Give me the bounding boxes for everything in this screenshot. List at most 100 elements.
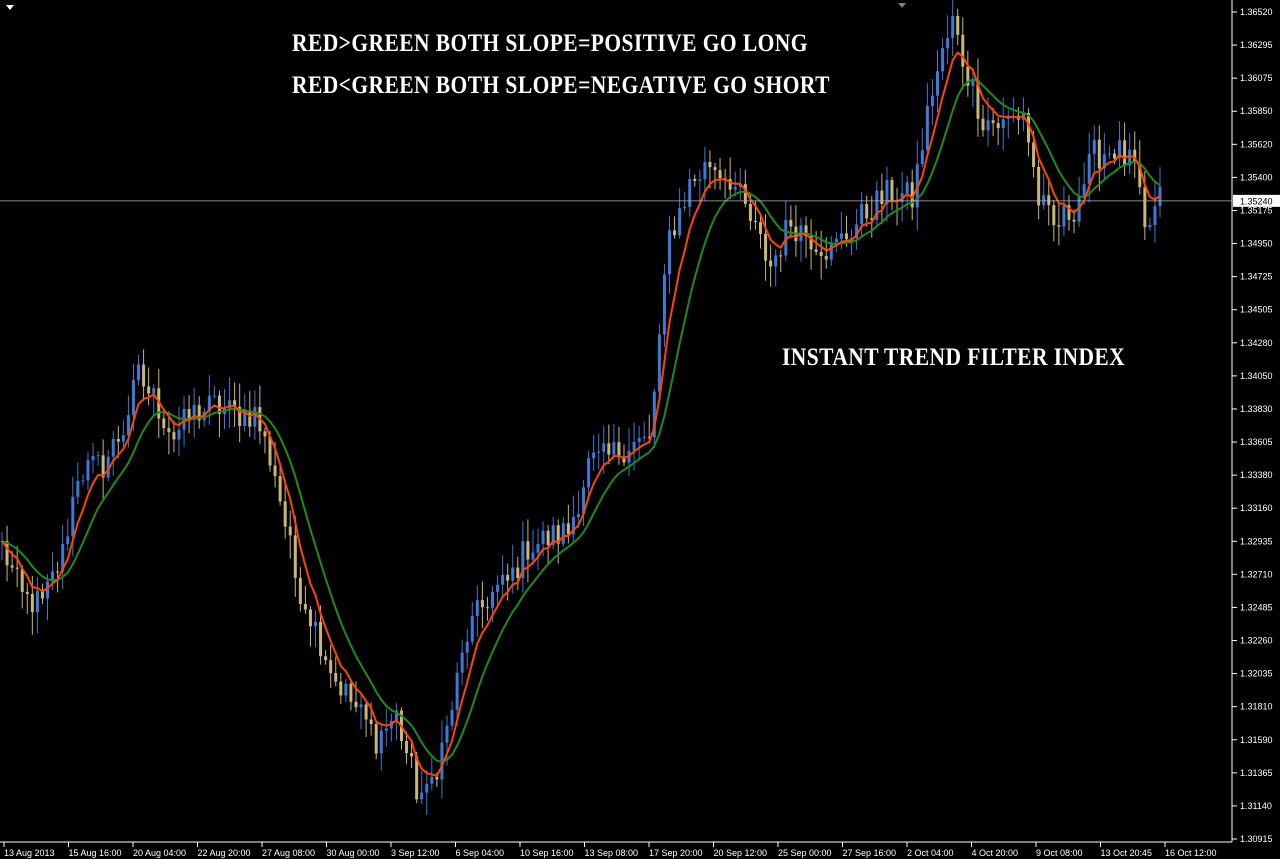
candle-body — [450, 709, 454, 726]
y-tick-label: 1.31365 — [1240, 768, 1273, 778]
y-tick-label: 1.31810 — [1240, 702, 1273, 712]
candle-body — [10, 565, 14, 568]
candle-body — [410, 753, 414, 757]
candle-body — [121, 435, 125, 442]
y-tick-label: 1.33380 — [1240, 470, 1273, 480]
candle-body — [86, 460, 90, 481]
candle-body — [76, 480, 80, 497]
candle-body — [430, 776, 434, 784]
candle-body — [303, 604, 307, 610]
candle-body — [880, 190, 884, 205]
candle-body — [283, 501, 287, 527]
candle-body — [506, 574, 510, 581]
x-tick-label: 3 Sep 12:00 — [391, 848, 440, 858]
candle-body — [253, 407, 257, 427]
candle-body — [925, 106, 929, 151]
y-tick-label: 1.36295 — [1240, 40, 1273, 50]
candle-body — [536, 543, 540, 553]
candle-body — [637, 438, 641, 442]
candle-body — [81, 480, 85, 482]
candle-body — [485, 607, 489, 609]
candle-body — [753, 220, 757, 222]
candle-body — [445, 725, 449, 743]
candle-body — [369, 719, 373, 725]
candle-body — [1107, 153, 1111, 155]
x-tick-label: 9 Oct 08:00 — [1036, 848, 1083, 858]
candle-body — [1006, 117, 1010, 120]
price-chart: 1.36520 1.36295 1.36075 1.35850 1.35620 1.354… — [0, 0, 1280, 858]
candle-body — [142, 364, 146, 387]
y-tick-label: 1.35850 — [1240, 106, 1273, 116]
current-price-label: 1.35240 — [1240, 196, 1273, 206]
candle-body — [314, 621, 318, 627]
candle-body — [1057, 225, 1061, 227]
candle-body — [425, 783, 429, 793]
x-tick-label: 13 Sep 08:00 — [585, 848, 639, 858]
candle-body — [379, 730, 383, 754]
candle-body — [956, 15, 960, 35]
long-rule-annotation: RED>GREEN BOTH SLOPE=POSITIVE GO LONG — [292, 30, 808, 57]
candle-body — [541, 530, 545, 544]
candle-body — [996, 123, 1000, 129]
candle-body — [66, 536, 70, 544]
candle-body — [688, 178, 692, 207]
candle-body — [465, 641, 469, 653]
y-tick-label: 1.30915 — [1240, 834, 1273, 844]
candle-body — [1153, 206, 1157, 226]
candle-body — [678, 208, 682, 236]
x-tick-label: 27 Sep 16:00 — [843, 848, 897, 858]
candle-body — [713, 167, 717, 171]
candle-body — [526, 541, 530, 560]
candle-body — [829, 242, 833, 260]
candle-body — [718, 170, 722, 179]
candle-body — [319, 621, 323, 657]
candle-body — [288, 526, 292, 536]
x-tick-label: 17 Sep 20:00 — [649, 848, 703, 858]
candle-body — [941, 48, 945, 72]
candle-body — [587, 458, 591, 488]
candle-body — [1062, 205, 1066, 227]
candle-body — [930, 95, 934, 107]
candle-body — [293, 535, 297, 578]
candle-body — [152, 388, 156, 394]
candle-body — [248, 410, 252, 427]
candle-body — [111, 439, 115, 457]
candle-body — [657, 334, 661, 392]
candle-body — [1037, 166, 1041, 206]
candle-body — [667, 230, 671, 275]
y-tick-label: 1.33830 — [1240, 404, 1273, 414]
candle-body — [617, 442, 621, 457]
candle-body — [339, 681, 343, 696]
candle-body — [344, 683, 348, 696]
y-tick-label: 1.34280 — [1240, 338, 1273, 348]
candle-body — [308, 609, 312, 627]
y-tick-label: 1.32260 — [1240, 636, 1273, 646]
candle-body — [597, 451, 601, 453]
candle-body — [1072, 219, 1076, 222]
x-tick-label: 20 Aug 04:00 — [133, 848, 186, 858]
candle-body — [334, 673, 338, 682]
candle-body — [673, 230, 677, 236]
x-tick-label: 13 Aug 2013 — [4, 848, 55, 858]
y-tick-label: 1.32485 — [1240, 602, 1273, 612]
candle-body — [576, 514, 580, 518]
candle-body — [683, 206, 687, 209]
y-tick-label: 1.36075 — [1240, 73, 1273, 83]
candle-body — [759, 221, 763, 234]
candle-body — [20, 568, 24, 592]
candle-body — [708, 162, 712, 168]
candle-body — [824, 255, 828, 260]
candle-body — [1148, 225, 1152, 228]
candle-body — [839, 233, 843, 239]
y-tick-label: 1.35620 — [1240, 139, 1273, 149]
y-tick-label: 1.34725 — [1240, 272, 1273, 282]
candle-body — [349, 683, 353, 702]
short-rule-annotation: RED<GREEN BOTH SLOPE=NEGATIVE GO SHORT — [292, 72, 830, 99]
candle-body — [844, 233, 848, 240]
candle-body — [769, 260, 773, 267]
x-tick-label: 6 Sep 04:00 — [456, 848, 505, 858]
candle-body — [612, 442, 616, 455]
candle-body — [35, 590, 39, 613]
candle-body — [420, 792, 424, 800]
x-tick-label: 15 Aug 16:00 — [69, 848, 122, 858]
